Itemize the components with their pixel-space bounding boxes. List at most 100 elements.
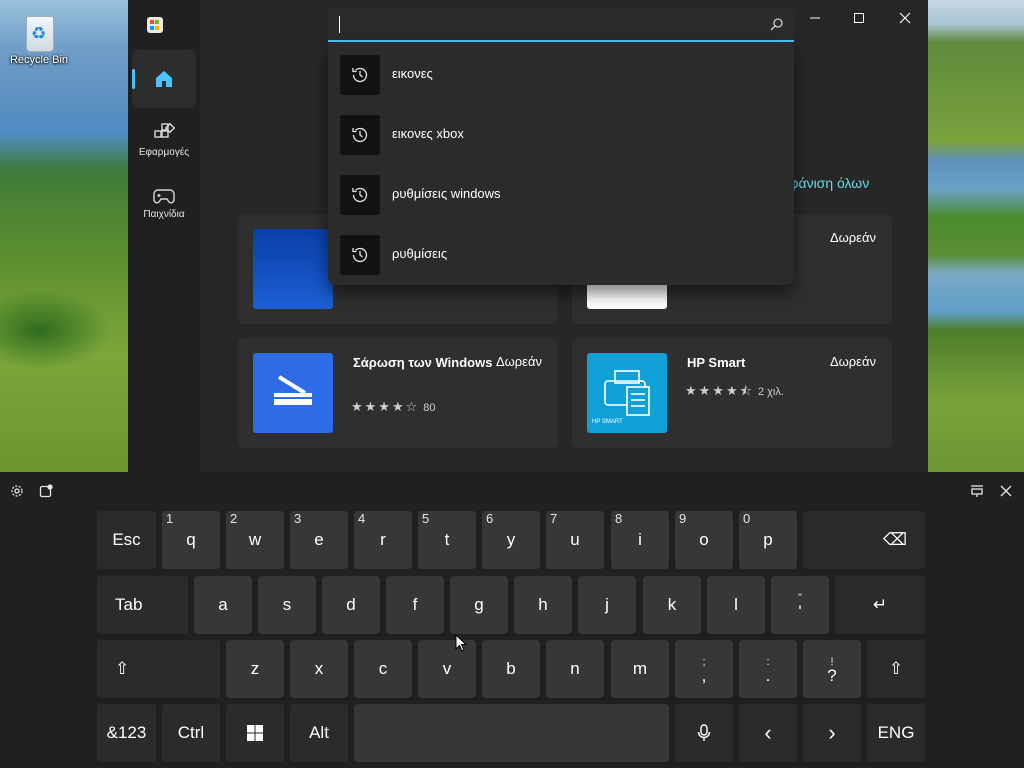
key-z[interactable]: z xyxy=(226,640,284,698)
key-char: t xyxy=(444,530,450,549)
gear-icon xyxy=(11,485,23,497)
hp-smart-caption: HP SMART xyxy=(592,419,623,425)
key-period[interactable]: :. xyxy=(739,640,797,698)
recycle-bin[interactable]: Recycle Bin xyxy=(6,12,72,66)
key-char: p xyxy=(763,530,773,549)
key-u[interactable]: 7u xyxy=(546,511,604,569)
minimize-icon xyxy=(810,17,820,19)
close-button[interactable] xyxy=(882,8,928,28)
key-alt-char: 6 xyxy=(486,511,494,526)
key-enter[interactable]: ↵ xyxy=(835,576,925,634)
backspace-icon: ⌫ xyxy=(882,530,907,549)
app-price: Δωρεάν xyxy=(829,230,876,245)
key-alt[interactable]: Alt xyxy=(290,704,348,762)
key-apostrophe[interactable]: " ' xyxy=(771,576,829,634)
key-n[interactable]: n xyxy=(546,640,604,698)
star-rating-icon: ★★★★☆ xyxy=(351,400,420,415)
key-arrow-left[interactable]: ‹ xyxy=(739,704,797,762)
selection-indicator xyxy=(132,69,135,89)
key-t[interactable]: 5t xyxy=(418,511,476,569)
gamepad-icon xyxy=(153,189,175,204)
key-shift-right[interactable]: ⇧ xyxy=(867,640,925,698)
rating-count: 2 χιλ. xyxy=(757,386,784,398)
key-language[interactable]: ENG xyxy=(867,704,925,762)
key-shift-left[interactable]: ⇧ xyxy=(97,640,220,698)
key-q[interactable]: 1q xyxy=(162,511,220,569)
key-x[interactable]: x xyxy=(290,640,348,698)
history-icon xyxy=(340,175,380,215)
key-p[interactable]: 0p xyxy=(739,511,797,569)
key-i[interactable]: 8i xyxy=(611,511,669,569)
key-e[interactable]: 3e xyxy=(290,511,348,569)
key-char: u xyxy=(570,530,580,549)
key-alt-char: 7 xyxy=(550,511,558,526)
microphone-icon xyxy=(697,724,711,741)
suggestion-item[interactable]: εικονες xbox xyxy=(340,115,780,155)
maximize-icon xyxy=(854,13,864,23)
key-y[interactable]: 6y xyxy=(482,511,540,569)
key-r[interactable]: 4r xyxy=(354,511,412,569)
key-a[interactable]: a xyxy=(194,576,252,634)
key-b[interactable]: b xyxy=(482,640,540,698)
store-window: Εφαρμογές Παιχνίδια Εμφάνιση όλων Netfli… xyxy=(128,0,928,472)
key-alt-char: 4 xyxy=(358,511,366,526)
sidebar-item-games-label: Παιχνίδια xyxy=(143,209,185,220)
key-char: q xyxy=(186,530,196,549)
key-arrow-right[interactable]: › xyxy=(803,704,861,762)
key-g[interactable]: g xyxy=(450,576,508,634)
suggestion-item[interactable]: εικονες xyxy=(340,55,780,95)
keyboard-settings-button[interactable] xyxy=(8,482,26,500)
key-space[interactable] xyxy=(354,704,669,762)
store-logo-icon xyxy=(147,17,163,33)
key-windows[interactable] xyxy=(226,704,284,762)
key-backspace[interactable]: ⌫ xyxy=(803,511,925,569)
recycle-bin-icon xyxy=(22,12,56,52)
key-esc[interactable]: Esc xyxy=(97,511,156,569)
text-caret xyxy=(339,16,340,33)
suggestion-text: ρυθμίσεις windows xyxy=(392,186,501,201)
minimize-button[interactable] xyxy=(792,8,838,28)
key-alt-char: 3 xyxy=(294,511,302,526)
keyboard-close-button[interactable] xyxy=(997,482,1015,500)
key-l[interactable]: l xyxy=(707,576,765,634)
key-comma[interactable]: ;, xyxy=(675,640,733,698)
key-f[interactable]: f xyxy=(386,576,444,634)
app-card-hp-smart[interactable]: HP SMART HP Smart Δωρεάν ★★★★⯪ 2 χιλ. xyxy=(572,338,892,448)
app-card-windows-scan[interactable]: Σάρωση των Windows Δωρεάν ★★★★☆ 80 xyxy=(238,338,558,448)
history-icon xyxy=(340,55,380,95)
touch-keyboard: Esc 1q 2w 3e 4r 5t 6y 7u 8i 9o 0p ⌫ Tab … xyxy=(0,472,1024,768)
search-input[interactable] xyxy=(328,8,794,42)
key-ctrl[interactable]: Ctrl xyxy=(162,704,220,762)
key-question[interactable]: !? xyxy=(803,640,861,698)
suggestion-text: εικονες xyxy=(392,66,433,81)
dock-icon xyxy=(971,485,983,497)
history-icon xyxy=(340,115,380,155)
key-m[interactable]: m xyxy=(611,640,669,698)
key-k[interactable]: k xyxy=(643,576,701,634)
app-name: HP Smart xyxy=(687,355,746,370)
suggestion-item[interactable]: ρυθμίσεις windows xyxy=(340,175,780,215)
sidebar-item-apps[interactable]: Εφαρμογές xyxy=(132,122,196,172)
suggestion-item[interactable]: ρυθμίσεις xyxy=(340,235,780,275)
app-price: Δωρεάν xyxy=(829,354,876,369)
maximize-button[interactable] xyxy=(836,8,882,28)
key-microphone[interactable] xyxy=(675,704,733,762)
shift-icon: ⇧ xyxy=(115,659,130,678)
chevron-left-icon: ‹ xyxy=(764,720,772,745)
keyboard-dock-button[interactable] xyxy=(968,482,986,500)
history-icon xyxy=(340,235,380,275)
key-s[interactable]: s xyxy=(258,576,316,634)
search-icon[interactable] xyxy=(770,17,784,31)
key-c[interactable]: c xyxy=(354,640,412,698)
key-w[interactable]: 2w xyxy=(226,511,284,569)
sidebar-item-home[interactable] xyxy=(132,50,196,108)
key-d[interactable]: d xyxy=(322,576,380,634)
key-tab[interactable]: Tab xyxy=(97,576,188,634)
emoji-panel-button[interactable] xyxy=(37,482,55,500)
sidebar-item-games[interactable]: Παιχνίδια xyxy=(132,186,196,236)
key-h[interactable]: h xyxy=(514,576,572,634)
key-symbols[interactable]: &123 xyxy=(97,704,156,762)
scanner-icon xyxy=(274,375,312,405)
key-j[interactable]: j xyxy=(578,576,636,634)
key-o[interactable]: 9o xyxy=(675,511,733,569)
